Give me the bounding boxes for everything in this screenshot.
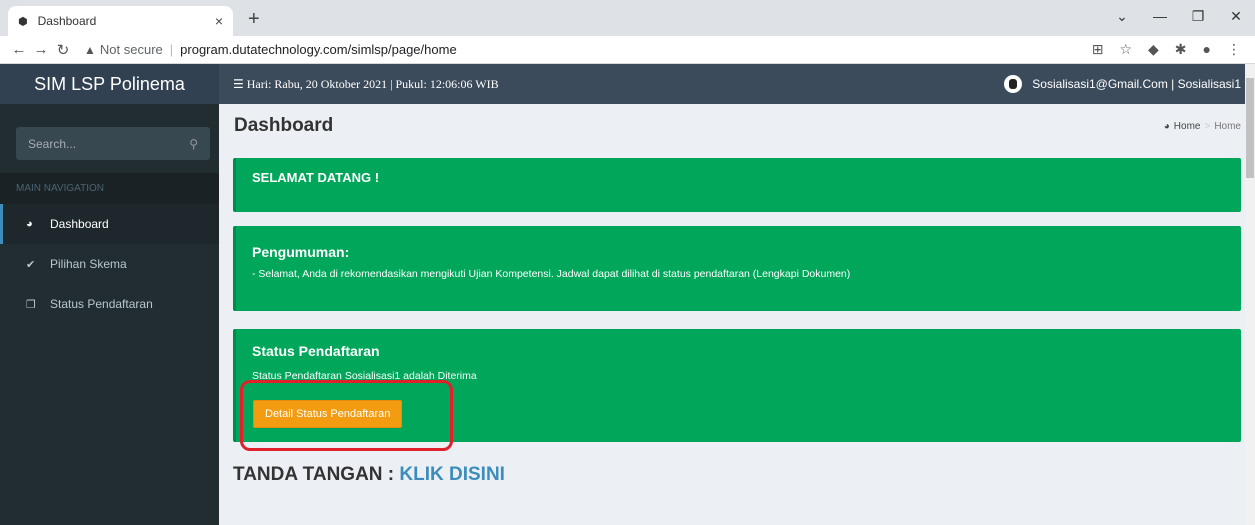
dashboard-icon: ◕ [1163, 120, 1170, 132]
status-box: Status Pendaftaran Status Pendaftaran So… [233, 329, 1241, 451]
highlight-annotation [240, 380, 453, 451]
not-secure-label[interactable]: Not secure [100, 42, 163, 57]
user-avatar-icon [1004, 75, 1023, 93]
new-tab-button[interactable]: + [248, 8, 260, 31]
welcome-heading: SELAMAT DATANG ! [252, 170, 380, 185]
sidebar: ⚲ MAIN NAVIGATION ◕ Dashboard ✔ Pilihan … [0, 104, 219, 525]
window-controls: ⌄ — ❐ ✕ [1103, 8, 1255, 25]
top-navbar: SIM LSP Polinema ☰ Hari: Rabu, 20 Oktobe… [0, 64, 1255, 104]
puzzle-icon[interactable]: ✱ [1175, 41, 1187, 58]
datetime-display: ☰ Hari: Rabu, 20 Oktober 2021 | Pukul: 1… [233, 77, 499, 92]
sidebar-item-status-pendaftaran[interactable]: ❐ Status Pendaftaran [0, 284, 219, 324]
user-label: Sosialisasi1@Gmail.Com | Sosialisasi1 [1032, 77, 1241, 91]
address-bar: ← → ↻ ▲ Not secure | program.dutatechnol… [0, 36, 1255, 64]
warning-icon: ▲ [84, 42, 96, 57]
nav-header: MAIN NAVIGATION [0, 173, 219, 204]
omnibox[interactable]: ▲ Not secure | program.dutatechnology.co… [84, 42, 1092, 57]
welcome-box: SELAMAT DATANG ! [233, 158, 1241, 212]
breadcrumb: ◕ Home > Home [1164, 121, 1241, 132]
dashboard-icon: ◕ [26, 218, 33, 230]
breadcrumb-home-link[interactable]: Home [1174, 121, 1201, 132]
announcement-text: - Selamat, Anda di rekomendasikan mengik… [252, 268, 851, 280]
signature-link[interactable]: KLIK DISINI [399, 464, 505, 485]
browser-tabbar: ⬢ Dashboard × + ⌄ — ❐ ✕ [0, 0, 1255, 36]
announcement-heading: Pengumuman: [252, 244, 350, 260]
breadcrumb-current: Home [1214, 120, 1241, 132]
url-text[interactable]: program.dutatechnology.com/simlsp/page/h… [180, 42, 457, 57]
breadcrumb-separator: > [1204, 120, 1211, 132]
minimize-icon[interactable]: — [1141, 8, 1179, 25]
page-title: Dashboard [234, 115, 334, 136]
sidebar-item-pilihan-skema[interactable]: ✔ Pilihan Skema [0, 244, 219, 284]
announcement-box: Pengumuman: - Selamat, Anda di rekomenda… [233, 226, 1241, 311]
translate-icon[interactable]: ⊞ [1092, 41, 1104, 58]
menu-dots-icon[interactable]: ⋮ [1227, 41, 1241, 58]
user-menu[interactable]: Sosialisasi1@Gmail.Com | Sosialisasi1 [1004, 75, 1241, 93]
search-box: ⚲ [16, 127, 210, 160]
page-scrollbar[interactable] [1245, 64, 1255, 525]
close-window-icon[interactable]: ✕ [1217, 8, 1255, 25]
back-icon[interactable]: ← [8, 41, 30, 58]
restore-icon[interactable]: ❐ [1179, 8, 1217, 25]
check-circle-icon: ✔ [26, 258, 36, 271]
content-header: Dashboard ◕ Home > Home [233, 104, 1241, 148]
browser-tab[interactable]: ⬢ Dashboard × [8, 6, 233, 36]
tab-title: Dashboard [37, 14, 97, 28]
sidebar-search: ⚲ [0, 104, 219, 170]
signature-heading: TANDA TANGAN : KLIK DISINI [233, 464, 1241, 486]
datetime-text: Hari: Rabu, 20 Oktober 2021 | Pukul: 12:… [246, 76, 499, 91]
hamburger-icon[interactable]: ☰ [233, 77, 244, 91]
cube-icon: ⬢ [18, 15, 28, 28]
profile-icon[interactable]: ● [1203, 41, 1211, 58]
sidebar-item-label: Status Pendaftaran [50, 297, 153, 311]
extension-globe-icon[interactable]: ◆ [1148, 41, 1159, 58]
omnibox-separator: | [169, 42, 174, 57]
reload-icon[interactable]: ↻ [52, 41, 74, 59]
scrollbar-thumb[interactable] [1246, 78, 1254, 178]
star-icon[interactable]: ☆ [1119, 41, 1132, 58]
close-icon[interactable]: × [215, 13, 223, 29]
sidebar-item-label: Pilihan Skema [50, 257, 127, 271]
main-content: Dashboard ◕ Home > Home SELAMAT DATANG !… [219, 104, 1255, 525]
forward-icon[interactable]: → [30, 41, 52, 58]
chevron-down-icon[interactable]: ⌄ [1103, 8, 1141, 25]
brand-logo[interactable]: SIM LSP Polinema [0, 64, 219, 104]
sidebar-item-dashboard[interactable]: ◕ Dashboard [0, 204, 219, 244]
extension-icons: ⊞ ☆ ◆ ✱ ● ⋮ [1092, 41, 1241, 58]
copy-icon: ❐ [26, 298, 36, 311]
search-input[interactable] [28, 136, 190, 151]
app: SIM LSP Polinema ☰ Hari: Rabu, 20 Oktobe… [0, 64, 1255, 525]
signature-label: TANDA TANGAN : [233, 464, 400, 485]
search-icon[interactable]: ⚲ [189, 137, 198, 151]
sidebar-item-label: Dashboard [50, 217, 109, 231]
status-heading: Status Pendaftaran [252, 343, 380, 359]
